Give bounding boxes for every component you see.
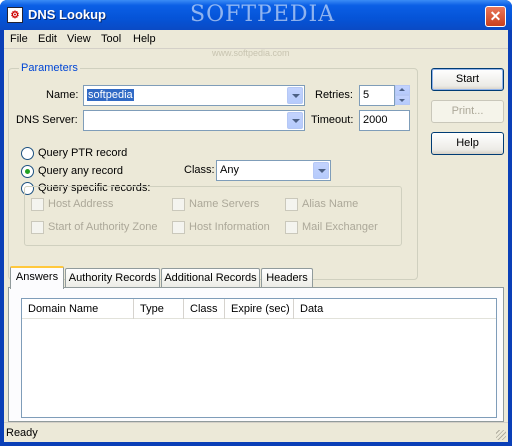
menu-edit[interactable]: Edit (38, 33, 57, 45)
retries-label: Retries: (315, 89, 353, 101)
class-label: Class: (184, 164, 215, 176)
host-address-label: Host Address (48, 198, 114, 210)
class-combobox[interactable]: Any (216, 160, 331, 181)
client-area: File Edit View Tool Help www.softpedia.c… (4, 30, 508, 442)
spin-up-icon[interactable] (395, 85, 410, 95)
col-data[interactable]: Data (294, 299, 496, 319)
print-button[interactable]: Print... (431, 100, 504, 123)
name-value: softpedia (87, 89, 134, 101)
dns-server-label: DNS Server: (16, 114, 78, 126)
radio-query-ptr-label[interactable]: Query PTR record (38, 147, 127, 159)
name-label: Name: (46, 89, 79, 101)
name-combobox[interactable]: softpedia (83, 85, 305, 106)
col-type[interactable]: Type (134, 299, 184, 319)
dns-dropdown-arrow-icon[interactable] (287, 112, 303, 129)
menu-file[interactable]: File (10, 33, 28, 45)
checkbox-name-servers[interactable] (172, 198, 185, 211)
dns-lookup-window: ⚙ DNS Lookup SOFTPEDIA ✕ File Edit View … (0, 0, 512, 446)
status-text: Ready (6, 427, 38, 439)
radio-query-any-label[interactable]: Query any record (38, 165, 123, 177)
results-tabs: Answers Authority Records Additional Rec… (8, 266, 504, 289)
menu-bar: File Edit View Tool Help (4, 30, 508, 49)
radio-query-any[interactable] (21, 165, 34, 178)
watermark-url: www.softpedia.com (212, 48, 290, 58)
timeout-value: 2000 (363, 114, 388, 126)
timeout-input[interactable]: 2000 (359, 110, 410, 131)
menu-tool[interactable]: Tool (101, 33, 121, 45)
title-bar[interactable]: ⚙ DNS Lookup SOFTPEDIA ✕ (0, 0, 512, 30)
resize-grip-icon[interactable] (496, 430, 506, 440)
answers-panel: Domain Name Type Class Expire (sec) Data (8, 287, 504, 422)
tab-additional-records[interactable]: Additional Records (161, 268, 260, 288)
checkbox-soa[interactable] (31, 221, 44, 234)
tab-answers[interactable]: Answers (10, 266, 64, 289)
close-button[interactable]: ✕ (485, 6, 506, 27)
retries-value: 5 (363, 89, 370, 101)
col-expire[interactable]: Expire (sec) (225, 299, 294, 319)
alias-name-label: Alias Name (302, 198, 359, 210)
tab-authority-records[interactable]: Authority Records (65, 268, 160, 288)
status-bar: Ready (4, 422, 508, 442)
col-class[interactable]: Class (184, 299, 225, 319)
timeout-label: Timeout: (311, 114, 354, 126)
dns-server-combobox[interactable] (83, 110, 305, 131)
host-information-label: Host Information (189, 221, 270, 233)
menu-help[interactable]: Help (133, 33, 156, 45)
radio-query-ptr[interactable] (21, 147, 34, 160)
name-dropdown-arrow-icon[interactable] (287, 87, 303, 104)
class-dropdown-arrow-icon[interactable] (313, 162, 329, 179)
window-title: DNS Lookup (28, 7, 106, 22)
soa-label: Start of Authority Zone (48, 221, 158, 233)
tab-headers[interactable]: Headers (261, 268, 313, 288)
watermark: SOFTPEDIA (190, 2, 336, 27)
retries-spinner[interactable] (395, 85, 410, 106)
col-domain-name[interactable]: Domain Name (22, 299, 134, 319)
listview-header: Domain Name Type Class Expire (sec) Data (22, 299, 496, 319)
menu-view[interactable]: View (67, 33, 91, 45)
class-value: Any (220, 164, 239, 176)
mail-exchanger-label: Mail Exchanger (302, 221, 378, 233)
parameters-title: Parameters (19, 62, 80, 74)
app-icon: ⚙ (7, 7, 23, 23)
checkbox-host-information[interactable] (172, 221, 185, 234)
answers-listview[interactable]: Domain Name Type Class Expire (sec) Data (21, 298, 497, 418)
retries-input[interactable]: 5 (359, 85, 395, 106)
help-button[interactable]: Help (431, 132, 504, 155)
start-button[interactable]: Start (431, 68, 504, 91)
parameters-group: Parameters Name: softpedia Retries: 5 DN… (8, 62, 418, 280)
checkbox-host-address[interactable] (31, 198, 44, 211)
checkbox-alias-name[interactable] (285, 198, 298, 211)
name-servers-label: Name Servers (189, 198, 260, 210)
checkbox-mail-exchanger[interactable] (285, 221, 298, 234)
specific-records-group: Host Address Name Servers Alias Name Sta… (24, 186, 402, 246)
spin-down-icon[interactable] (395, 95, 410, 105)
